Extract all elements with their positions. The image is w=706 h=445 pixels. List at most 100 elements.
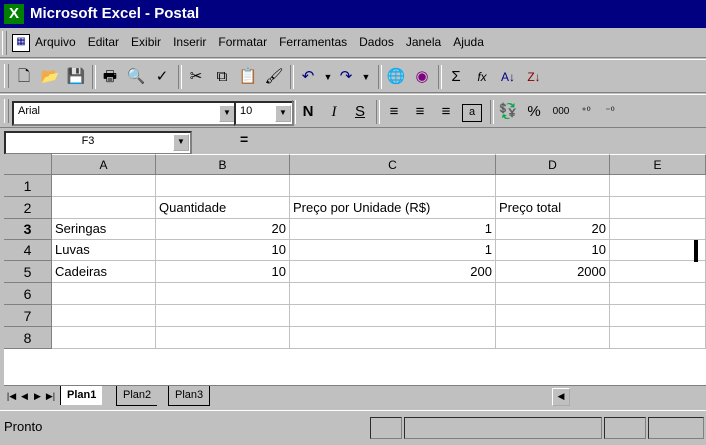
cell-b4[interactable]: 10 (156, 240, 290, 261)
new-document-icon[interactable]: 🗋 (14, 67, 34, 87)
row-header-6[interactable]: 6 (4, 283, 52, 305)
cell-d3[interactable]: 20 (496, 219, 610, 240)
column-header-a[interactable]: A (52, 154, 156, 175)
align-right-icon[interactable]: ≡ (436, 102, 456, 122)
redo-icon[interactable]: ↷ (336, 67, 356, 87)
row-header-8[interactable]: 8 (4, 327, 52, 349)
cell-b8[interactable] (156, 327, 290, 349)
menubar-grip[interactable] (2, 31, 7, 55)
cell-b2[interactable]: Quantidade (156, 197, 290, 219)
last-sheet-icon[interactable]: ▶| (45, 389, 56, 403)
font-size-select[interactable]: 10 ▼ (234, 101, 294, 126)
toolbar-grip[interactable] (4, 64, 9, 88)
cell-c5[interactable]: 200 (290, 261, 496, 283)
cell-e5[interactable] (610, 261, 706, 283)
cell-c2[interactable]: Preço por Unidade (R$) (290, 197, 496, 219)
cell-b5[interactable]: 10 (156, 261, 290, 283)
sheet-tab-plan1[interactable]: Plan1 (60, 386, 103, 405)
cell-a5[interactable]: Cadeiras (52, 261, 156, 283)
sort-descending-icon[interactable]: Z↓ (524, 67, 544, 87)
menu-ferramentas[interactable]: Ferramentas (278, 35, 348, 49)
cell-b1[interactable] (156, 175, 290, 197)
thousands-separator-button[interactable]: 000 (548, 102, 574, 122)
cell-e6[interactable] (610, 283, 706, 305)
first-sheet-icon[interactable]: |◀ (6, 389, 17, 403)
name-box[interactable]: F3 ▼ (4, 131, 192, 155)
merge-center-icon[interactable]: a (462, 104, 482, 122)
prev-sheet-icon[interactable]: ◀ (19, 389, 30, 403)
bold-button[interactable]: N (298, 102, 318, 122)
menu-arquivo[interactable]: Arquivo (34, 35, 77, 49)
paste-icon[interactable]: 📋 (238, 67, 258, 87)
next-sheet-icon[interactable]: ▶ (32, 389, 43, 403)
select-all-corner[interactable] (4, 154, 52, 175)
excel-app-icon[interactable]: X (4, 4, 24, 24)
chevron-down-icon[interactable]: ▼ (173, 134, 189, 151)
menu-dados[interactable]: Dados (358, 35, 395, 49)
font-name-select[interactable]: Arial ▼ (12, 101, 238, 126)
decrease-decimal-icon[interactable]: ⁻⁰ (600, 102, 620, 122)
chevron-down-icon[interactable]: ▼ (275, 105, 291, 122)
cell-e3[interactable] (610, 219, 706, 240)
cell-b3[interactable]: 20 (156, 219, 290, 240)
cell-c3[interactable]: 1 (290, 219, 496, 240)
cut-icon[interactable]: ✂ (186, 67, 206, 87)
workbook-icon[interactable]: ▦ (12, 34, 30, 52)
cell-b6[interactable] (156, 283, 290, 305)
cell-a7[interactable] (52, 305, 156, 327)
cell-b7[interactable] (156, 305, 290, 327)
cell-c7[interactable] (290, 305, 496, 327)
undo-dropdown-icon[interactable]: ▼ (318, 67, 338, 87)
undo-icon[interactable]: ↶ (298, 67, 318, 87)
open-folder-icon[interactable]: 📂 (40, 67, 60, 87)
scroll-left-icon[interactable]: ◀ (552, 388, 570, 406)
cell-a8[interactable] (52, 327, 156, 349)
cell-e4[interactable] (610, 240, 706, 261)
cell-a4[interactable]: Luvas (52, 240, 156, 261)
sort-ascending-icon[interactable]: A↓ (498, 67, 518, 87)
cell-d1[interactable] (496, 175, 610, 197)
cell-e1[interactable] (610, 175, 706, 197)
hyperlink-icon[interactable]: 🌐 (386, 67, 406, 87)
cell-d4[interactable]: 10 (496, 240, 610, 261)
menu-exibir[interactable]: Exibir (130, 35, 162, 49)
cell-e7[interactable] (610, 305, 706, 327)
cell-d5[interactable]: 2000 (496, 261, 610, 283)
cell-a3[interactable]: Seringas (52, 219, 156, 240)
paste-function-icon[interactable]: fx (472, 67, 492, 87)
toolbar-grip[interactable] (4, 99, 9, 123)
spelling-icon[interactable]: ✓ (152, 67, 172, 87)
cell-c6[interactable] (290, 283, 496, 305)
menu-formatar[interactable]: Formatar (217, 35, 268, 49)
sheet-tab-plan2[interactable]: Plan2 (116, 386, 158, 406)
cell-c8[interactable] (290, 327, 496, 349)
increase-decimal-icon[interactable]: ⁺⁰ (576, 102, 596, 122)
cell-e8[interactable] (610, 327, 706, 349)
cell-c4[interactable]: 1 (290, 240, 496, 261)
row-header-2[interactable]: 2 (4, 197, 52, 219)
format-painter-icon[interactable]: 🖌 (264, 67, 284, 87)
save-icon[interactable]: 💾 (66, 67, 86, 87)
print-preview-icon[interactable]: 🔍 (126, 67, 146, 87)
menu-janela[interactable]: Janela (405, 35, 442, 49)
underline-button[interactable]: S (350, 102, 370, 122)
redo-dropdown-icon[interactable]: ▼ (356, 67, 376, 87)
italic-button[interactable]: I (324, 102, 344, 122)
row-header-1[interactable]: 1 (4, 175, 52, 197)
cell-e2[interactable] (610, 197, 706, 219)
percent-button[interactable]: % (524, 102, 544, 122)
cell-a6[interactable] (52, 283, 156, 305)
menu-inserir[interactable]: Inserir (172, 35, 207, 49)
row-header-3[interactable]: 3 (4, 219, 52, 240)
column-header-d[interactable]: D (496, 154, 610, 175)
autosum-icon[interactable]: Σ (446, 67, 466, 87)
column-header-c[interactable]: C (290, 154, 496, 175)
row-header-4[interactable]: 4 (4, 240, 52, 261)
column-header-b[interactable]: B (156, 154, 290, 175)
web-toolbar-icon[interactable]: ◉ (412, 67, 432, 87)
cell-d8[interactable] (496, 327, 610, 349)
cell-c1[interactable] (290, 175, 496, 197)
menu-editar[interactable]: Editar (87, 35, 120, 49)
currency-icon[interactable]: 💱 (498, 102, 518, 122)
cell-d2[interactable]: Preço total (496, 197, 610, 219)
